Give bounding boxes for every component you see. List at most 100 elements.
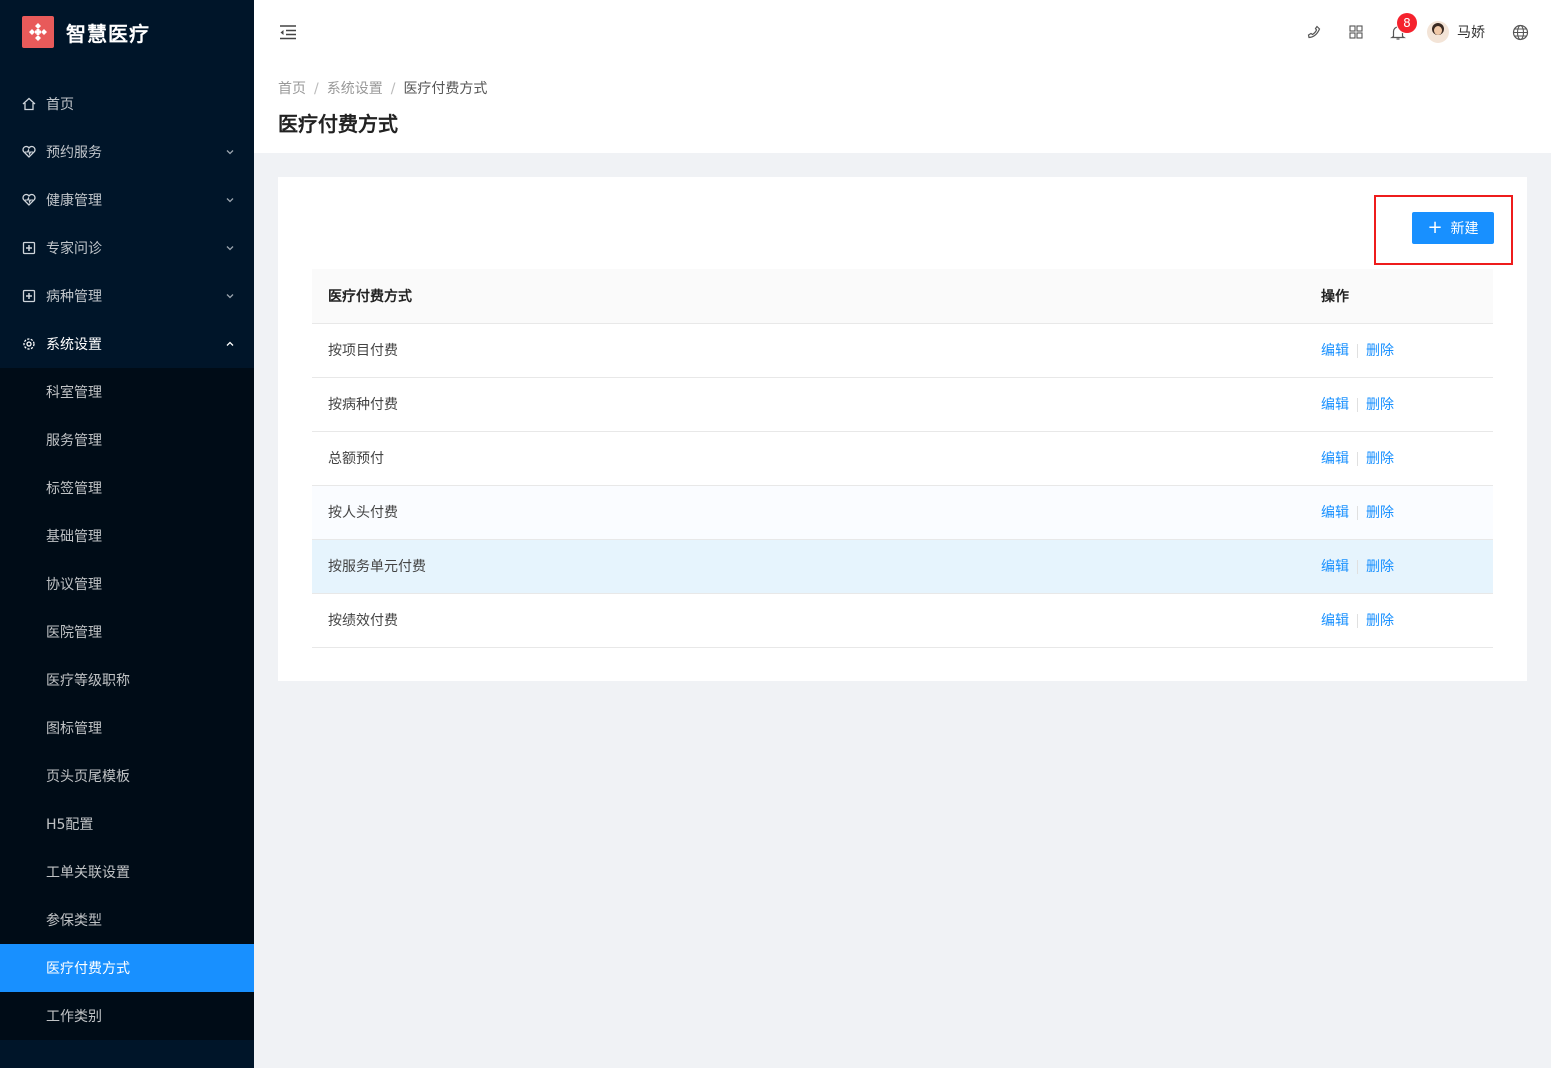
medical-plus-icon	[22, 241, 36, 255]
heart-pulse-icon	[22, 145, 36, 159]
app-name: 智慧医疗	[66, 21, 150, 46]
action-divider	[1357, 614, 1358, 628]
username: 马娇	[1457, 25, 1485, 41]
new-button-label: 新建	[1450, 221, 1479, 237]
edit-link[interactable]: 编辑	[1321, 451, 1349, 467]
sidebar-item-disease[interactable]: 病种管理	[0, 272, 254, 320]
sidebar-item-tag[interactable]: 标签管理	[0, 464, 254, 512]
plus-icon: +	[1427, 217, 1443, 238]
sidebar-item-payment-method[interactable]: 医疗付费方式	[0, 944, 254, 992]
column-header-method: 医疗付费方式	[312, 269, 1321, 324]
method-cell: 按绩效付费	[312, 593, 1321, 648]
edit-link[interactable]: 编辑	[1321, 613, 1349, 629]
phone-icon[interactable]	[1305, 23, 1323, 41]
sidebar-item-title-level[interactable]: 医疗等级职称	[0, 656, 254, 704]
table-row[interactable]: 按病种付费 编辑 删除	[312, 377, 1493, 432]
breadcrumb-current: 医疗付费方式	[403, 81, 488, 97]
top-header: 8 马娇	[254, 0, 1551, 64]
sidebar-item-header-footer[interactable]: 页头页尾模板	[0, 752, 254, 800]
sidebar-item-service[interactable]: 服务管理	[0, 416, 254, 464]
actions-cell: 编辑 删除	[1321, 431, 1493, 486]
delete-link[interactable]: 删除	[1366, 613, 1394, 629]
sidebar-item-label: 预约服务	[46, 145, 102, 161]
method-cell: 按服务单元付费	[312, 539, 1321, 594]
sidebar-item-consultation[interactable]: 专家问诊	[0, 224, 254, 272]
apps-grid-icon[interactable]	[1347, 23, 1365, 41]
actions-cell: 编辑 删除	[1321, 485, 1493, 540]
avatar	[1427, 21, 1449, 43]
actions-cell: 编辑 删除	[1321, 323, 1493, 378]
delete-link[interactable]: 删除	[1366, 343, 1394, 359]
sidebar-item-icon-manage[interactable]: 图标管理	[0, 704, 254, 752]
edit-link[interactable]: 编辑	[1321, 397, 1349, 413]
page-header: 首页 / 系统设置 / 医疗付费方式 医疗付费方式	[254, 64, 1551, 153]
delete-link[interactable]: 删除	[1366, 559, 1394, 575]
table-row[interactable]: 按人头付费 编辑 删除	[312, 485, 1493, 540]
delete-link[interactable]: 删除	[1366, 451, 1394, 467]
sidebar-item-work-category[interactable]: 工作类别	[0, 992, 254, 1040]
breadcrumb-separator: /	[314, 81, 319, 97]
toolbar-highlight: + 新建	[1374, 195, 1513, 265]
sidebar-item-label: 健康管理	[46, 193, 102, 209]
new-button[interactable]: + 新建	[1412, 212, 1494, 244]
edit-link[interactable]: 编辑	[1321, 505, 1349, 521]
sidebar-item-health[interactable]: 健康管理	[0, 176, 254, 224]
sidebar-item-label: 系统设置	[46, 337, 102, 353]
menu-fold-icon[interactable]	[278, 22, 298, 42]
breadcrumb-separator: /	[390, 81, 396, 97]
delete-link[interactable]: 删除	[1366, 505, 1394, 521]
header-actions: 8 马娇	[1293, 0, 1541, 64]
sidebar-item-basic[interactable]: 基础管理	[0, 512, 254, 560]
method-cell: 按项目付费	[312, 323, 1321, 378]
bell-icon[interactable]: 8	[1389, 13, 1417, 41]
actions-cell: 编辑 删除	[1321, 539, 1493, 594]
chevron-down-icon	[226, 294, 234, 299]
sidebar-item-h5-config[interactable]: H5配置	[0, 800, 254, 848]
table-row[interactable]: 按绩效付费 编辑 删除	[312, 593, 1493, 648]
sidebar-item-appointment[interactable]: 预约服务	[0, 128, 254, 176]
sidebar-item-home[interactable]: 首页	[0, 80, 254, 128]
logo[interactable]: 智慧医疗	[0, 0, 254, 64]
action-divider	[1357, 398, 1358, 412]
user-menu[interactable]: 马娇	[1427, 21, 1485, 43]
gear-icon	[22, 337, 36, 351]
page-title: 医疗付费方式	[278, 112, 398, 136]
logo-icon	[22, 16, 54, 48]
chevron-up-icon	[226, 341, 234, 346]
globe-icon[interactable]	[1511, 23, 1529, 41]
medical-plus-icon	[22, 289, 36, 303]
breadcrumb-home[interactable]: 首页	[278, 81, 306, 97]
settings-submenu: 科室管理 服务管理 标签管理 基础管理 协议管理 医院管理 医疗等级职称 图标管…	[0, 368, 254, 1040]
sidebar-item-insurance-type[interactable]: 参保类型	[0, 896, 254, 944]
method-cell: 总额预付	[312, 431, 1321, 486]
content-card: + 新建 医疗付费方式 操作 按项目付费 编辑 删除 按病种付费 编辑 删除 总额预…	[278, 177, 1527, 681]
chevron-down-icon	[226, 150, 234, 155]
delete-link[interactable]: 删除	[1366, 397, 1394, 413]
table-row[interactable]: 总额预付 编辑 删除	[312, 431, 1493, 486]
edit-link[interactable]: 编辑	[1321, 559, 1349, 575]
sidebar-item-agreement[interactable]: 协议管理	[0, 560, 254, 608]
sidebar-item-settings[interactable]: 系统设置	[0, 320, 254, 368]
action-divider	[1357, 452, 1358, 466]
chevron-down-icon	[226, 198, 234, 203]
table-row[interactable]: 按服务单元付费 编辑 删除	[312, 539, 1493, 594]
edit-link[interactable]: 编辑	[1321, 343, 1349, 359]
column-header-actions: 操作	[1321, 269, 1493, 324]
table-header-row: 医疗付费方式 操作	[312, 269, 1493, 324]
sidebar-item-ticket-link[interactable]: 工单关联设置	[0, 848, 254, 896]
action-divider	[1357, 560, 1358, 574]
table-row[interactable]: 按项目付费 编辑 删除	[312, 323, 1493, 378]
payment-method-table: 医疗付费方式 操作 按项目付费 编辑 删除 按病种付费 编辑 删除 总额预付 编辑删…	[312, 269, 1493, 648]
sidebar: 智慧医疗 首页 预约服务 健康管理 专家问诊 病种管理 系统设置 科室管理 服务…	[0, 0, 254, 1068]
home-icon	[22, 97, 36, 111]
sidebar-item-hospital[interactable]: 医院管理	[0, 608, 254, 656]
action-divider	[1357, 344, 1358, 358]
method-cell: 按病种付费	[312, 377, 1321, 432]
sidebar-item-department[interactable]: 科室管理	[0, 368, 254, 416]
sidebar-item-label: 首页	[46, 97, 74, 113]
actions-cell: 编辑 删除	[1321, 593, 1493, 648]
breadcrumb-parent[interactable]: 系统设置	[327, 81, 383, 97]
chevron-down-icon	[226, 246, 234, 251]
heart-pulse-icon	[22, 193, 36, 207]
notification-badge: 8	[1397, 13, 1417, 33]
